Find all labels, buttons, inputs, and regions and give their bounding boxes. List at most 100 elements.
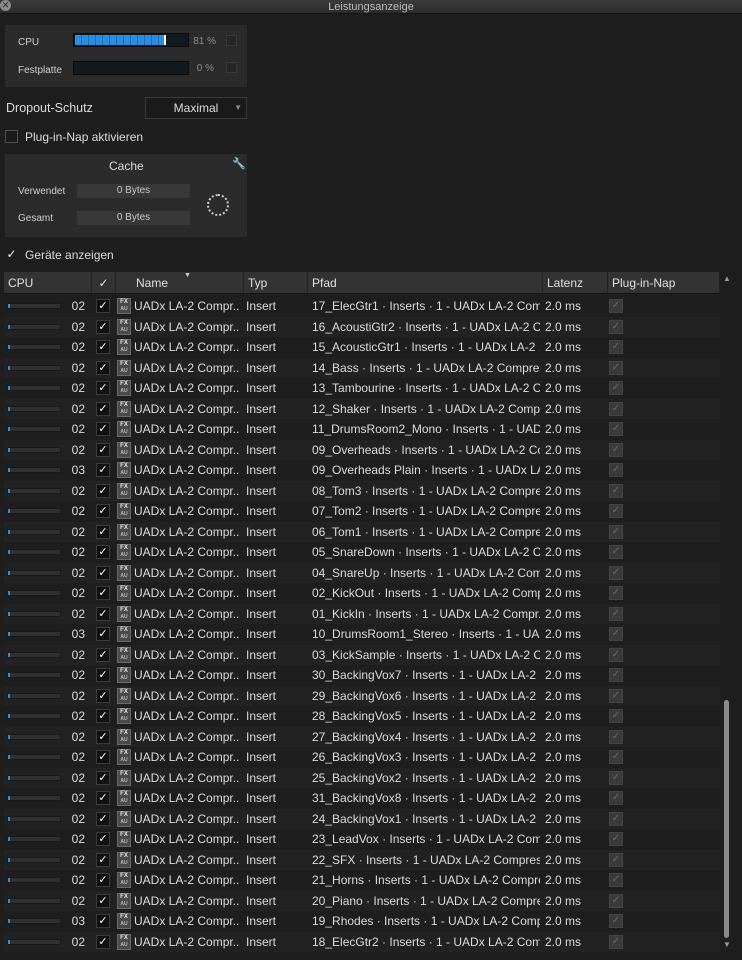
table-row[interactable]: 02 ✓ FX AU UADx LA-2 Compr.. Insert 30_Backing…: [4, 665, 720, 686]
table-row[interactable]: 02 ✓ FX AU UADx LA-2 Compr.. Insert 25_Backing…: [4, 767, 720, 788]
row-enable-checkbox[interactable]: ✓: [96, 914, 110, 928]
table-row[interactable]: 02 ✓ FX AU UADx LA-2 Compr.. Insert 21_Horns ·…: [4, 870, 720, 891]
row-plugin-nap-checkbox[interactable]: ✓: [609, 504, 623, 518]
row-enable-checkbox[interactable]: ✓: [96, 627, 110, 641]
row-plugin-nap-checkbox[interactable]: ✓: [609, 442, 623, 457]
row-plugin-nap-checkbox[interactable]: ✓: [609, 934, 623, 949]
row-enable-checkbox[interactable]: ✓: [96, 299, 110, 313]
row-enable-checkbox[interactable]: ✓: [96, 565, 110, 580]
table-row[interactable]: 02 ✓ FX AU UADx LA-2 Compr.. Insert 22_SFX · I…: [4, 849, 720, 870]
table-row[interactable]: 02 ✓ FX AU UADx LA-2 Compr.. Insert 08_Tom3 · …: [4, 480, 720, 501]
row-enable-checkbox[interactable]: ✓: [96, 893, 110, 908]
column-header-type[interactable]: Typ: [244, 272, 308, 294]
row-plugin-nap-checkbox[interactable]: ✓: [609, 606, 623, 621]
row-enable-checkbox[interactable]: ✓: [96, 709, 110, 723]
scroll-down-arrow-icon[interactable]: ▼: [723, 940, 731, 949]
row-plugin-nap-checkbox[interactable]: ✓: [609, 729, 623, 744]
row-enable-checkbox[interactable]: ✓: [96, 811, 110, 826]
row-enable-checkbox[interactable]: ✓: [96, 381, 110, 395]
table-row[interactable]: 02 ✓ FX AU UADx LA-2 Compr.. Insert 28_Backing…: [4, 706, 720, 727]
table-row[interactable]: 02 ✓ FX AU UADx LA-2 Compr.. Insert 26_Backing…: [4, 747, 720, 768]
row-enable-checkbox[interactable]: ✓: [96, 586, 110, 600]
row-plugin-nap-checkbox[interactable]: ✓: [609, 750, 623, 764]
row-enable-checkbox[interactable]: ✓: [96, 668, 110, 682]
row-plugin-nap-checkbox[interactable]: ✓: [609, 791, 623, 805]
table-row[interactable]: 02 ✓ FX AU UADx LA-2 Compr.. Insert 17_ElecGtr…: [4, 296, 720, 317]
row-enable-checkbox[interactable]: ✓: [96, 422, 110, 436]
table-row[interactable]: 02 ✓ FX AU UADx LA-2 Compr.. Insert 01_KickIn …: [4, 603, 720, 624]
table-row[interactable]: 02 ✓ FX AU UADx LA-2 Compr.. Insert 16_Acousti…: [4, 316, 720, 337]
row-enable-checkbox[interactable]: ✓: [96, 545, 110, 559]
row-plugin-nap-checkbox[interactable]: ✓: [609, 832, 623, 846]
table-row[interactable]: 02 ✓ FX AU UADx LA-2 Compr.. Insert 13_Tambour…: [4, 378, 720, 399]
row-plugin-nap-checkbox[interactable]: ✓: [609, 381, 623, 395]
row-enable-checkbox[interactable]: ✓: [96, 873, 110, 887]
row-enable-checkbox[interactable]: ✓: [96, 729, 110, 744]
row-enable-checkbox[interactable]: ✓: [96, 770, 110, 785]
row-plugin-nap-checkbox[interactable]: ✓: [609, 647, 623, 662]
column-header-latency[interactable]: Latenz: [543, 272, 608, 294]
row-plugin-nap-checkbox[interactable]: ✓: [609, 483, 623, 498]
row-plugin-nap-checkbox[interactable]: ✓: [609, 401, 623, 416]
table-row[interactable]: 02 ✓ FX AU UADx LA-2 Compr.. Insert 09_Overhea…: [4, 439, 720, 460]
table-row[interactable]: 02 ✓ FX AU UADx LA-2 Compr.. Insert 05_SnareDo…: [4, 542, 720, 563]
row-enable-checkbox[interactable]: ✓: [96, 852, 110, 867]
row-plugin-nap-checkbox[interactable]: ✓: [609, 627, 623, 641]
row-plugin-nap-checkbox[interactable]: ✓: [609, 360, 623, 375]
row-plugin-nap-checkbox[interactable]: ✓: [609, 340, 623, 354]
table-row[interactable]: 02 ✓ FX AU UADx LA-2 Compr.. Insert 23_LeadVox…: [4, 829, 720, 850]
scroll-up-arrow-icon[interactable]: ▲: [723, 274, 731, 283]
column-header-check[interactable]: ✓: [92, 272, 116, 294]
table-row[interactable]: 02 ✓ FX AU UADx LA-2 Compr.. Insert 03_KickSam…: [4, 644, 720, 665]
plugin-nap-checkbox[interactable]: [5, 130, 18, 143]
table-row[interactable]: 02 ✓ FX AU UADx LA-2 Compr.. Insert 12_Shaker …: [4, 398, 720, 419]
table-row[interactable]: 03 ✓ FX AU UADx LA-2 Compr.. Insert 19_Rhodes …: [4, 911, 720, 932]
row-plugin-nap-checkbox[interactable]: ✓: [609, 852, 623, 867]
table-row[interactable]: 02 ✓ FX AU UADx LA-2 Compr.. Insert 27_Backing…: [4, 726, 720, 747]
row-enable-checkbox[interactable]: ✓: [96, 750, 110, 764]
row-enable-checkbox[interactable]: ✓: [96, 791, 110, 805]
table-row[interactable]: 02 ✓ FX AU UADx LA-2 Compr.. Insert 20_Piano ·…: [4, 890, 720, 911]
row-enable-checkbox[interactable]: ✓: [96, 319, 110, 334]
column-header-plugin-nap[interactable]: Plug-in-Nap: [608, 272, 720, 294]
row-plugin-nap-checkbox[interactable]: ✓: [609, 545, 623, 559]
row-plugin-nap-checkbox[interactable]: ✓: [609, 914, 623, 928]
show-devices-checkbox[interactable]: ✓: [5, 248, 18, 261]
close-button[interactable]: ✕: [0, 0, 11, 11]
row-plugin-nap-checkbox[interactable]: ✓: [609, 873, 623, 887]
row-plugin-nap-checkbox[interactable]: ✓: [609, 565, 623, 580]
column-header-name[interactable]: Name: [116, 272, 244, 294]
row-plugin-nap-checkbox[interactable]: ✓: [609, 688, 623, 703]
row-plugin-nap-checkbox[interactable]: ✓: [609, 586, 623, 600]
column-header-cpu[interactable]: CPU: [4, 272, 92, 294]
row-enable-checkbox[interactable]: ✓: [96, 483, 110, 498]
table-row[interactable]: 03 ✓ FX AU UADx LA-2 Compr.. Insert 10_DrumsRo…: [4, 624, 720, 645]
table-row[interactable]: 02 ✓ FX AU UADx LA-2 Compr.. Insert 14_Bass · …: [4, 357, 720, 378]
row-enable-checkbox[interactable]: ✓: [96, 524, 110, 539]
row-enable-checkbox[interactable]: ✓: [96, 340, 110, 354]
table-row[interactable]: 02 ✓ FX AU UADx LA-2 Compr.. Insert 18_ElecGtr…: [4, 931, 720, 952]
row-enable-checkbox[interactable]: ✓: [96, 832, 110, 846]
row-plugin-nap-checkbox[interactable]: ✓: [609, 811, 623, 826]
row-enable-checkbox[interactable]: ✓: [96, 463, 110, 477]
row-plugin-nap-checkbox[interactable]: ✓: [609, 893, 623, 908]
scrollbar-thumb[interactable]: [724, 700, 729, 938]
column-header-path[interactable]: Pfad: [308, 272, 543, 294]
table-row[interactable]: 02 ✓ FX AU UADx LA-2 Compr.. Insert 06_Tom1 · …: [4, 521, 720, 542]
table-row[interactable]: 02 ✓ FX AU UADx LA-2 Compr.. Insert 02_KickOut…: [4, 583, 720, 604]
row-plugin-nap-checkbox[interactable]: ✓: [609, 709, 623, 723]
row-enable-checkbox[interactable]: ✓: [96, 401, 110, 416]
table-row[interactable]: 02 ✓ FX AU UADx LA-2 Compr.. Insert 24_Backing…: [4, 808, 720, 829]
row-plugin-nap-checkbox[interactable]: ✓: [609, 422, 623, 436]
row-enable-checkbox[interactable]: ✓: [96, 688, 110, 703]
row-enable-checkbox[interactable]: ✓: [96, 934, 110, 949]
table-row[interactable]: 02 ✓ FX AU UADx LA-2 Compr.. Insert 07_Tom2 · …: [4, 501, 720, 522]
row-plugin-nap-checkbox[interactable]: ✓: [609, 770, 623, 785]
table-row[interactable]: 03 ✓ FX AU UADx LA-2 Compr.. Insert 09_Overhea…: [4, 460, 720, 481]
row-enable-checkbox[interactable]: ✓: [96, 442, 110, 457]
row-plugin-nap-checkbox[interactable]: ✓: [609, 299, 623, 313]
row-plugin-nap-checkbox[interactable]: ✓: [609, 524, 623, 539]
row-enable-checkbox[interactable]: ✓: [96, 647, 110, 662]
table-row[interactable]: 02 ✓ FX AU UADx LA-2 Compr.. Insert 15_Acousti…: [4, 337, 720, 358]
row-enable-checkbox[interactable]: ✓: [96, 360, 110, 375]
